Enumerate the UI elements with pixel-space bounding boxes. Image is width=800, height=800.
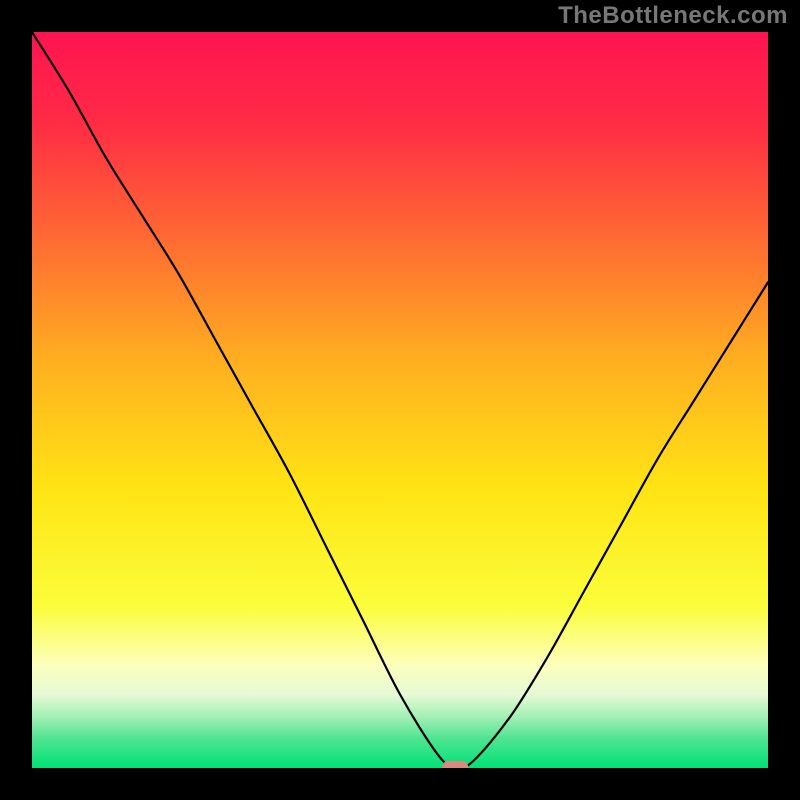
watermark-label: TheBottleneck.com <box>558 2 788 30</box>
bottleneck-chart <box>0 0 800 800</box>
chart-frame: TheBottleneck.com <box>0 0 800 800</box>
chart-gradient-background <box>32 32 768 768</box>
